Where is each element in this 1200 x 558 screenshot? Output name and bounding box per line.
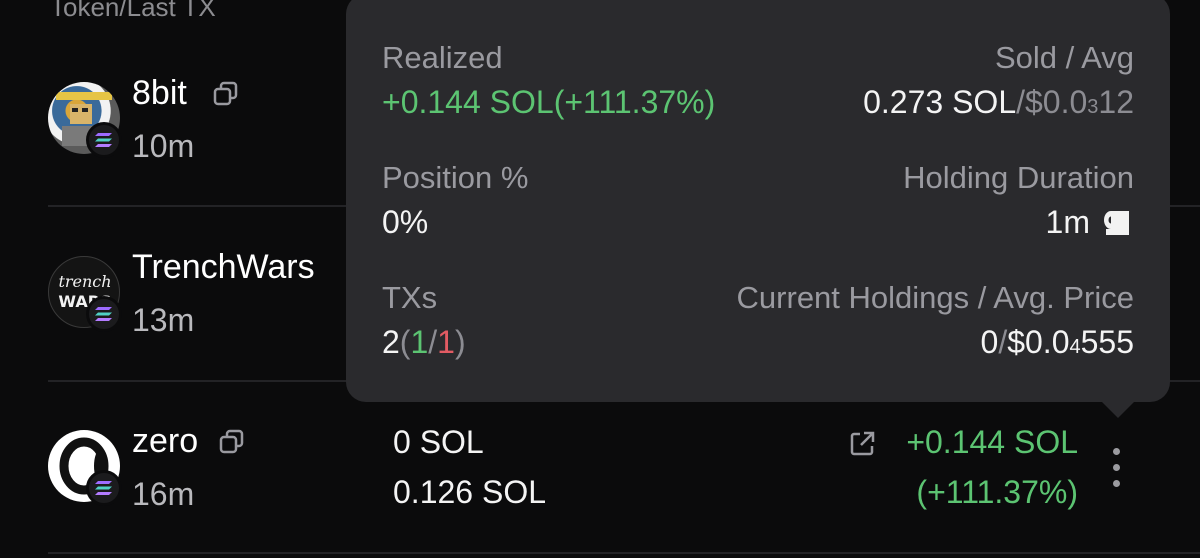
copy-icon[interactable] [212, 80, 238, 106]
list-header: Token/Last TX [50, 0, 216, 22]
sold-amount: 0.126 SOL [393, 474, 546, 510]
solana-icon [86, 122, 122, 158]
txs-value: 2(1/1) [382, 324, 466, 360]
realized-label: Realized [382, 40, 503, 75]
position-label: Position % [382, 160, 529, 195]
token-name: TrenchWars [132, 248, 315, 286]
sold-avg-value: 0.273 SOL/$0.0312 [863, 84, 1134, 121]
avg-price: $0.0312 [1025, 84, 1134, 120]
position-value: 0% [382, 204, 429, 240]
token-time: 16m [132, 476, 195, 512]
pnl-value: +0.144 SOL [906, 424, 1078, 460]
row-divider [48, 552, 1200, 554]
sold-amount: 0.273 SOL [863, 84, 1017, 120]
tooltip-arrow [1098, 398, 1138, 418]
bought-amount: 0 SOL [393, 424, 484, 460]
svg-text:trench: trench [58, 272, 111, 291]
pnl-percent: (+111.37%) [916, 474, 1078, 510]
holding-duration-label: Holding Duration [903, 160, 1134, 195]
txs-label: TXs [382, 280, 438, 315]
copy-icon[interactable] [218, 428, 244, 454]
token-avatar-8bit [48, 82, 122, 158]
token-name: zero [132, 422, 199, 460]
token-avatar-zero [48, 430, 122, 506]
realized-value: +0.144 SOL(+111.37%) [382, 84, 716, 120]
solana-icon [86, 470, 122, 506]
separator: / [1016, 84, 1025, 120]
position-tooltip: Realized +0.144 SOL(+111.37%) Sold / Avg… [346, 0, 1170, 402]
token-time: 10m [132, 128, 195, 164]
token-name: 8bit [132, 74, 187, 112]
current-holdings: 0 [980, 324, 999, 360]
avg-price: $0.04555 [1007, 324, 1134, 360]
current-holdings-value: 0/$0.04555 [980, 324, 1134, 360]
more-vertical-icon[interactable] [1106, 448, 1126, 496]
holding-duration-value: 1m [1045, 204, 1090, 240]
toilet-paper-icon [1102, 208, 1132, 238]
sold-avg-label: Sold / Avg [994, 40, 1134, 75]
external-link-icon[interactable] [848, 430, 876, 458]
current-holdings-label: Current Holdings / Avg. Price [736, 280, 1134, 315]
solana-icon [86, 296, 122, 332]
token-time: 13m [132, 302, 195, 338]
token-avatar-trenchwars: trench WARS [48, 256, 122, 332]
